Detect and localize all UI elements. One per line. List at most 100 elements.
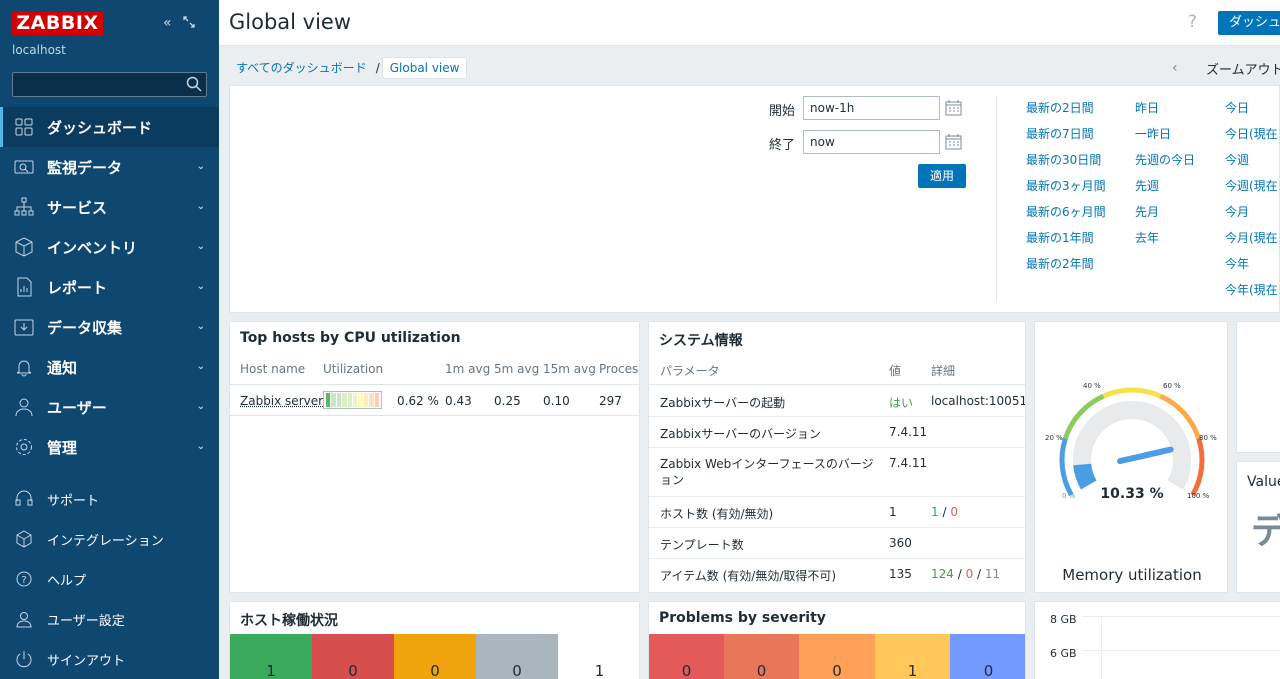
- zabbix-logo[interactable]: ZABBIX: [12, 12, 103, 35]
- severity-disaster[interactable]: 0: [649, 634, 724, 679]
- menu-item-inventory[interactable]: インベントリ ⌄: [0, 227, 219, 267]
- graph-widget: 8 GB 6 GB: [1034, 601, 1280, 679]
- menu-item-data-collection[interactable]: データ収集 ⌄: [0, 307, 219, 347]
- sidebar: ZABBIX « localhost ダッシュボード 監視データ ⌄ サービス …: [0, 0, 219, 679]
- menu-label: ユーザー: [47, 397, 107, 418]
- menu-item-dashboards[interactable]: ダッシュボード: [0, 107, 219, 147]
- collapse-sidebar-icon[interactable]: «: [163, 15, 172, 31]
- zoom-out-button[interactable]: ズームアウト: [1206, 59, 1280, 78]
- search-icon[interactable]: [186, 76, 202, 92]
- range-link[interactable]: 一昨日: [1135, 124, 1195, 150]
- menu-item-help[interactable]: ? ヘルプ: [0, 559, 219, 599]
- dashboard-icon: [14, 117, 34, 137]
- range-link[interactable]: 今日: [1225, 98, 1280, 124]
- y-axis-tick: 6 GB: [1050, 647, 1077, 660]
- svg-text:?: ?: [21, 575, 26, 586]
- range-link[interactable]: 先週: [1135, 176, 1195, 202]
- integrations-icon: [14, 529, 34, 549]
- param-name: アイテム数 (有効/無効/取得不可): [660, 567, 836, 584]
- range-link[interactable]: 先週の今日: [1135, 150, 1195, 176]
- range-link[interactable]: 最新の1年間: [1026, 228, 1106, 254]
- range-link[interactable]: 最新の2年間: [1026, 254, 1106, 280]
- gauge-color-arc: [1104, 390, 1161, 396]
- menu-item-reports[interactable]: レポート ⌄: [0, 267, 219, 307]
- from-label: 開始: [769, 100, 795, 119]
- availability-unavailable[interactable]: 0: [312, 634, 394, 679]
- column-header: Host name: [240, 362, 305, 376]
- inventory-icon: [14, 237, 34, 257]
- severity-warning[interactable]: 1: [875, 634, 950, 679]
- availability-available[interactable]: 1: [230, 634, 312, 679]
- calendar-icon[interactable]: [945, 99, 962, 116]
- avg-5m: 0.25: [494, 394, 521, 408]
- help-icon[interactable]: ?: [1188, 12, 1197, 32]
- chevron-down-icon: ⌄: [197, 241, 205, 252]
- table-row: ホスト数 (有効/無効) 1 1 / 0: [649, 497, 1026, 528]
- host-link[interactable]: Zabbix server: [240, 394, 323, 408]
- gauge-needle: [1120, 450, 1171, 462]
- gauge-tick: 0 %: [1062, 492, 1076, 500]
- range-link[interactable]: 今月: [1225, 202, 1280, 228]
- breadcrumb-all-dashboards[interactable]: すべてのダッシュボード: [229, 56, 374, 79]
- severity-information[interactable]: 0: [950, 634, 1026, 679]
- top-hosts-widget: Top hosts by CPU utilization Host name U…: [229, 321, 640, 593]
- time-prev-icon[interactable]: ‹: [1172, 60, 1178, 76]
- gauge-color-arc: [1193, 438, 1202, 495]
- menu-item-support[interactable]: サポート: [0, 479, 219, 519]
- range-link[interactable]: 最新の3ヶ月間: [1026, 176, 1106, 202]
- page-header: Global view ? ダッシュボード: [219, 0, 1280, 46]
- menu-item-administration[interactable]: 管理 ⌄: [0, 427, 219, 467]
- quick-ranges-col1: 最新の2日間 最新の7日間 最新の30日間 最新の3ヶ月間 最新の6ヶ月間 最新…: [1026, 98, 1106, 280]
- column-header: Utilization: [323, 362, 383, 376]
- severity-high[interactable]: 0: [724, 634, 799, 679]
- server-hostname: localhost: [12, 43, 66, 57]
- menu-item-users[interactable]: ユーザー ⌄: [0, 387, 219, 427]
- availability-total[interactable]: 1: [558, 634, 640, 679]
- param-name: ホスト数 (有効/無効): [660, 505, 773, 522]
- severity-average[interactable]: 0: [799, 634, 875, 679]
- range-link[interactable]: 今年(現在まで): [1225, 280, 1280, 306]
- range-link[interactable]: 最新の6ヶ月間: [1026, 202, 1106, 228]
- range-link[interactable]: 今週(現在まで): [1225, 176, 1280, 202]
- menu-label: レポート: [47, 277, 107, 298]
- apply-button[interactable]: 適用: [918, 164, 966, 188]
- menu-item-user-settings[interactable]: ユーザー設定: [0, 599, 219, 639]
- menu-item-integrations[interactable]: インテグレーション: [0, 519, 219, 559]
- unsupported-count: 11: [985, 567, 1000, 581]
- gauge-tick: 100 %: [1187, 492, 1210, 500]
- range-link[interactable]: 今月(現在まで): [1225, 228, 1280, 254]
- menu-item-alerts[interactable]: 通知 ⌄: [0, 347, 219, 387]
- menu-item-sign-out[interactable]: サインアウト: [0, 639, 219, 679]
- range-link[interactable]: 去年: [1135, 228, 1195, 254]
- range-link[interactable]: 最新の7日間: [1026, 124, 1106, 150]
- range-link[interactable]: 今年: [1225, 254, 1280, 280]
- table-header: パラメータ 値 詳細: [649, 360, 1026, 385]
- param-name: テンプレート数: [660, 536, 744, 553]
- kiosk-mode-icon[interactable]: [182, 15, 196, 29]
- range-link[interactable]: 最新の2日間: [1026, 98, 1106, 124]
- table-header: Host name Utilization 1m avg 5m avg 15m …: [230, 360, 640, 385]
- system-info-widget: システム情報 パラメータ 値 詳細 Zabbixサーバーの起動 はい local…: [648, 321, 1026, 593]
- search-input[interactable]: [12, 72, 207, 97]
- availability-unknown[interactable]: 0: [476, 634, 558, 679]
- avg-1m: 0.43: [445, 394, 472, 408]
- gauge-value-arc: [1082, 465, 1089, 486]
- enabled-count: 124: [931, 567, 954, 581]
- menu-item-services[interactable]: サービス ⌄: [0, 187, 219, 227]
- range-link[interactable]: 先月: [1135, 202, 1195, 228]
- dashboards-button[interactable]: ダッシュボード: [1218, 11, 1280, 35]
- chevron-down-icon: ⌄: [197, 401, 205, 412]
- monitoring-icon: [14, 157, 34, 177]
- breadcrumb-current[interactable]: Global view: [382, 57, 468, 79]
- availability-mixed[interactable]: 0: [394, 634, 476, 679]
- range-link[interactable]: 今日(現在まで): [1225, 124, 1280, 150]
- from-input[interactable]: now-1h: [803, 96, 940, 120]
- range-link[interactable]: 昨日: [1135, 98, 1195, 124]
- param-value: 7.4.11: [889, 425, 927, 439]
- menu-item-monitoring[interactable]: 監視データ ⌄: [0, 147, 219, 187]
- calendar-icon[interactable]: [945, 133, 962, 150]
- range-link[interactable]: 最新の30日間: [1026, 150, 1106, 176]
- to-input[interactable]: now: [803, 130, 940, 154]
- range-link[interactable]: 今週: [1225, 150, 1280, 176]
- menu-label: データ収集: [47, 317, 122, 338]
